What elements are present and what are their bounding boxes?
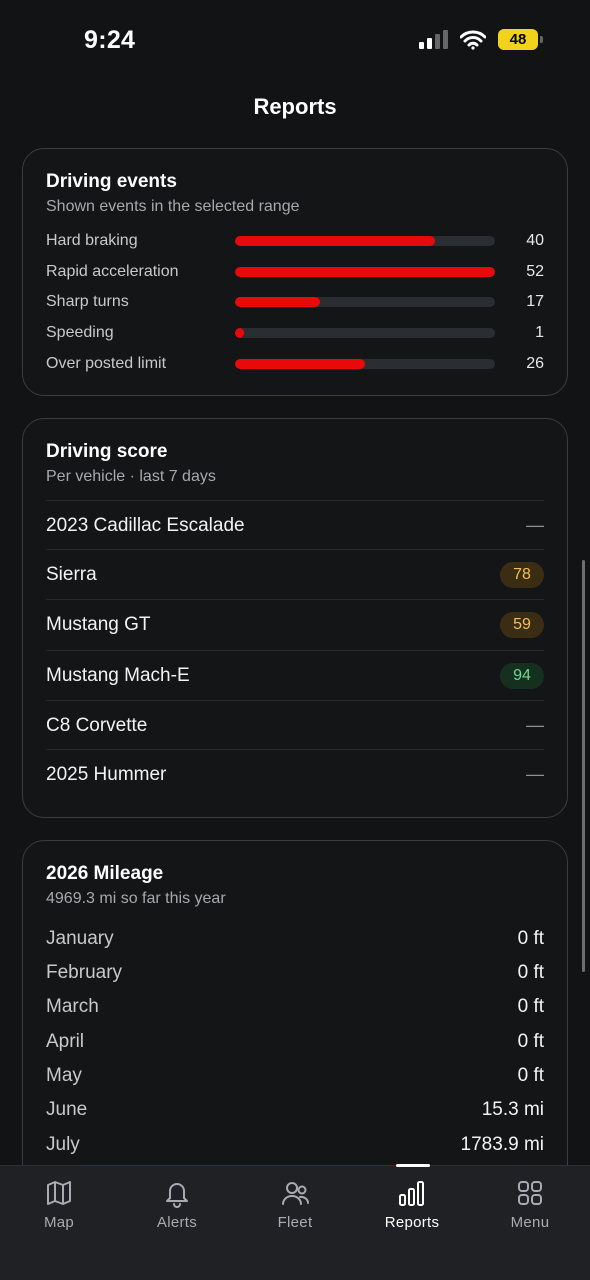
wifi-icon <box>460 30 486 50</box>
map-icon <box>47 1181 71 1205</box>
event-row-sharp-turns: Sharp turns 17 <box>46 290 544 314</box>
month-value: 1783.9 mi <box>460 1134 544 1155</box>
event-label: Over posted limit <box>46 355 167 372</box>
tab-label: Map <box>43 1214 75 1231</box>
event-bar <box>235 328 495 338</box>
card-title: 2026 Mileage <box>46 863 164 884</box>
card-subtitle: Per vehicle · last 7 days <box>46 468 216 485</box>
vehicle-name: Mustang Mach-E <box>46 664 190 686</box>
event-count: 17 <box>526 293 544 310</box>
people-icon <box>282 1182 310 1205</box>
vehicle-row-mustang-gt[interactable]: Mustang GT 59 <box>46 599 544 649</box>
page-title: Reports <box>253 94 337 119</box>
mileage-row: March 0 ft <box>46 992 544 1022</box>
score-badge: 94 <box>500 662 544 689</box>
tab-bar-accent-line <box>80 1165 400 1166</box>
month-value: 15.3 mi <box>481 1099 544 1120</box>
month-value: 0 ft <box>517 928 544 949</box>
month-value: 0 ft <box>517 1031 544 1052</box>
vehicle-name: Mustang GT <box>46 613 151 635</box>
month-label: May <box>46 1065 82 1086</box>
vehicle-name: 2025 Hummer <box>46 763 167 785</box>
event-bar-fill <box>235 297 320 307</box>
event-bar <box>235 236 495 246</box>
vehicle-name: Sierra <box>46 563 97 585</box>
tab-reports[interactable]: Reports <box>357 1178 467 1231</box>
scrollbar[interactable] <box>582 560 585 972</box>
battery-icon: 48 <box>498 29 543 50</box>
month-value: 0 ft <box>517 962 544 983</box>
vehicle-row-escalade[interactable]: 2023 Cadillac Escalade — <box>46 500 544 550</box>
mileage-row: February 0 ft <box>46 958 544 988</box>
mileage-row: January 0 ft <box>46 924 544 954</box>
vehicle-row-mach-e[interactable]: Mustang Mach-E 94 <box>46 650 544 700</box>
event-count: 26 <box>526 355 544 372</box>
month-label: April <box>46 1031 85 1052</box>
tab-alerts[interactable]: Alerts <box>122 1178 232 1231</box>
month-label: June <box>46 1099 88 1120</box>
event-count: 1 <box>535 324 544 341</box>
event-label: Hard braking <box>46 232 138 249</box>
score-empty: — <box>526 715 544 735</box>
event-label: Rapid acceleration <box>46 263 179 280</box>
tab-fleet[interactable]: Fleet <box>240 1178 350 1231</box>
event-bar <box>235 359 495 369</box>
status-bar: 9:24 48 <box>0 0 590 80</box>
vehicle-name: 2023 Cadillac Escalade <box>46 514 245 536</box>
tab-map[interactable]: Map <box>4 1178 114 1231</box>
event-bar <box>235 297 495 307</box>
tab-label: Alerts <box>156 1214 198 1231</box>
month-label: March <box>46 996 99 1017</box>
card-title: Driving score <box>46 441 168 462</box>
grid-icon <box>518 1181 542 1205</box>
event-bar-fill <box>235 236 435 246</box>
event-bar <box>235 267 495 277</box>
card-subtitle: Shown events in the selected range <box>46 198 300 215</box>
event-count: 52 <box>526 263 544 280</box>
score-empty: — <box>526 764 544 784</box>
mileage-row: May 0 ft <box>46 1061 544 1091</box>
score-badge: 78 <box>500 561 544 588</box>
event-row-rapid-acceleration: Rapid acceleration 52 <box>46 260 544 284</box>
tab-menu[interactable]: Menu <box>475 1178 585 1231</box>
month-label: February <box>46 962 123 983</box>
event-label: Sharp turns <box>46 293 129 310</box>
month-value: 0 ft <box>517 996 544 1017</box>
event-row-over-posted-limit: Over posted limit 26 <box>46 352 544 376</box>
month-value: 0 ft <box>517 1065 544 1086</box>
vehicle-row-hummer[interactable]: 2025 Hummer — <box>46 749 544 799</box>
mileage-row: July 1783.9 mi <box>46 1130 544 1160</box>
tab-label: Reports <box>384 1214 440 1231</box>
event-bar-fill <box>235 359 365 369</box>
card-title: Driving events <box>46 171 177 192</box>
month-label: July <box>46 1134 80 1155</box>
active-tab-indicator <box>396 1164 430 1167</box>
tab-label: Fleet <box>277 1214 313 1231</box>
event-bar-fill <box>235 267 495 277</box>
month-label: January <box>46 928 114 949</box>
signal-icon <box>419 29 448 49</box>
status-time: 9:24 <box>84 26 136 54</box>
score-badge: 59 <box>500 611 544 638</box>
mileage-row: June 15.3 mi <box>46 1095 544 1125</box>
status-icons: 48 <box>418 29 543 50</box>
score-empty: — <box>526 515 544 535</box>
event-count: 40 <box>526 232 544 249</box>
bar-chart-icon <box>399 1181 424 1206</box>
card-subtitle: 4969.3 mi so far this year <box>46 890 226 907</box>
vehicle-row-corvette[interactable]: C8 Corvette — <box>46 700 544 750</box>
driving-events-card: Driving events Shown events in the selec… <box>22 148 568 396</box>
event-bar-fill <box>235 328 245 338</box>
event-row-speeding: Speeding 1 <box>46 321 544 345</box>
vehicle-name: C8 Corvette <box>46 714 148 736</box>
vehicle-row-sierra[interactable]: Sierra 78 <box>46 549 544 599</box>
bell-icon <box>166 1183 188 1208</box>
event-label: Speeding <box>46 324 114 341</box>
tab-bar: Map Alerts Fleet Reports Menu <box>0 1164 590 1280</box>
tab-label: Menu <box>510 1214 550 1231</box>
mileage-row: April 0 ft <box>46 1027 544 1057</box>
event-row-hard-braking: Hard braking 40 <box>46 229 544 253</box>
driving-score-card: Driving score Per vehicle · last 7 days … <box>22 418 568 818</box>
battery-level: 48 <box>509 31 527 48</box>
